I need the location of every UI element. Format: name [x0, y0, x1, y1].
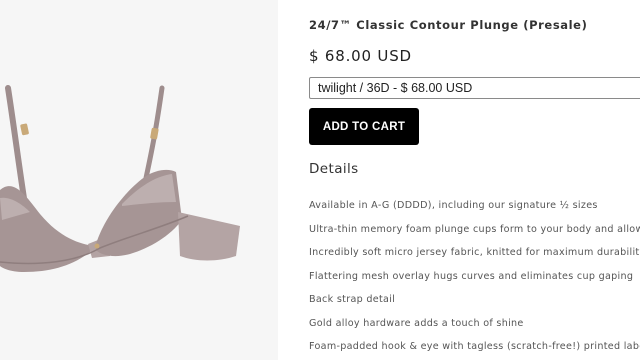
feature-item: Incredibly soft micro jersey fabric, kni… [309, 247, 640, 258]
add-to-cart-button[interactable]: ADD TO CART [309, 108, 419, 145]
feature-item: Foam-padded hook & eye with tagless (scr… [309, 341, 640, 352]
product-price: $ 68.00 USD [309, 47, 412, 65]
feature-item: Back strap detail [309, 294, 396, 305]
feature-item: Ultra-thin memory foam plunge cups form … [309, 223, 640, 235]
product-image[interactable] [0, 0, 278, 360]
product-title: 24/7™ Classic Contour Plunge (Presale) [309, 18, 588, 32]
feature-item: Flattering mesh overlay hugs curves and … [309, 270, 634, 282]
feature-item: Gold alloy hardware adds a touch of shin… [309, 317, 524, 329]
feature-list: Available in A-G (DDDD), including our s… [309, 200, 640, 360]
product-info: 24/7™ Classic Contour Plunge (Presale) $… [309, 0, 640, 360]
details-heading: Details [309, 161, 359, 177]
feature-item: Available in A-G (DDDD), including our s… [309, 200, 598, 211]
product-image-panel [0, 0, 278, 360]
product-page: 24/7™ Classic Contour Plunge (Presale) $… [0, 0, 640, 360]
variant-select[interactable]: twilight / 36D - $ 68.00 USD [309, 77, 640, 99]
